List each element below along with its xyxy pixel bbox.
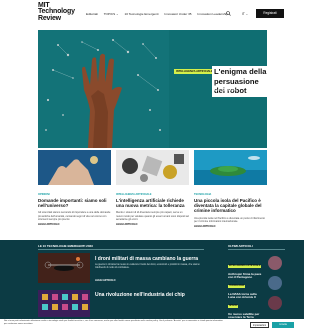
hero-section[interactable]: INTELLIGENZA ARTIFICIALEINTELLIGENZA ART… — [38, 30, 267, 148]
card-excerpt: Una piccola isola nel Pacifico è diventa… — [194, 216, 265, 223]
card-title[interactable]: Domande importanti: siamo soli nell'univ… — [38, 198, 111, 208]
drone-article-read-more[interactable]: LEGGI ARTICOLO — [95, 279, 116, 282]
latest-article-tag[interactable]: INTELLIGENZA ARTIFICIALE — [228, 264, 262, 268]
nav-item-innovatori[interactable]: Innovatori Under 35 — [164, 12, 191, 16]
nav-item-topics[interactable]: TOPICS ⌄ — [104, 12, 119, 16]
hero-tag-1[interactable]: INTELLIGENZA ARTIFICIALE — [174, 69, 215, 74]
card-read-more-link[interactable]: LEGGI ARTICOLO — [194, 225, 267, 228]
language-selector[interactable]: IT ⌄ — [242, 12, 248, 16]
latest-article-tag[interactable]: SPAZIO — [228, 304, 239, 308]
latest-article-thumbnail[interactable] — [268, 256, 282, 270]
site-header: MIT Technology Review Editoriali TOPICS … — [0, 0, 304, 30]
article-card[interactable]: TECNOLOGIA Una piccola isola del Pacific… — [194, 150, 267, 228]
card-tag[interactable]: INTELLIGENZA ARTIFICIALE — [116, 193, 189, 196]
card-excerpt: Gli scienziati stanno cercando di rispon… — [38, 211, 111, 221]
article-card[interactable]: INTELLIGENZA ARTIFICIALE L'intelligenza … — [116, 150, 189, 226]
latest-articles-title: ULTIMI ARTICOLI — [228, 244, 253, 248]
latest-article-thumbnail[interactable] — [268, 296, 282, 310]
card-excerpt: Mentre i sistemi di IA diventano sempre … — [116, 211, 189, 221]
latest-article-thumbnail[interactable] — [268, 276, 282, 290]
signup-button[interactable]: Registrati — [256, 9, 284, 18]
cookie-accept-button[interactable]: Accetta — [272, 322, 294, 328]
logo-line-3: Review — [38, 14, 61, 22]
article-card[interactable]: OPINIONI Domande importanti: siamo soli … — [38, 150, 111, 226]
hero-hand-image — [38, 30, 169, 148]
card-read-more-link[interactable]: LEGGI ARTICOLO — [116, 223, 189, 226]
drone-article-title[interactable]: I droni militari di massa cambiano la gu… — [95, 256, 198, 262]
section-divider — [38, 249, 204, 250]
cookie-banner: Noi e terze parti selezionate utilizziam… — [0, 319, 304, 331]
drone-article-image[interactable] — [38, 253, 90, 283]
drone-article-excerpt: La guerra in Ucraina ha messo in evidenz… — [95, 264, 200, 269]
cookie-notice-text: Noi e terze parti selezionate utilizziam… — [4, 320, 223, 325]
main-nav: Editoriali TOPICS ⌄ 10 Tecnologie Emerge… — [86, 12, 233, 16]
latest-articles-divider — [228, 249, 285, 250]
hero-read-more-link[interactable]: LEGGI ARTICOLO — [213, 88, 236, 92]
page: MIT Technology Review Editoriali TOPICS … — [0, 0, 304, 331]
latest-article-item[interactable]: SPAZIO Un nuovo satellite per osservare … — [228, 293, 285, 320]
cookie-settings-button[interactable]: Impostazioni — [250, 322, 269, 328]
section-title[interactable]: LE 10 TECNOLOGIE EMERGENTI 2023 — [38, 244, 93, 248]
card-thumbnail-island — [194, 150, 267, 185]
chip-article-image[interactable] — [38, 290, 90, 317]
article-cards: OPINIONI Domande importanti: siamo soli … — [38, 150, 267, 240]
card-thumbnail-objects — [116, 150, 189, 185]
card-title[interactable]: Una piccola isola del Pacifico è diventa… — [194, 198, 267, 214]
chip-article-title[interactable]: Una rivoluzione nell'industria dei chip — [95, 292, 185, 298]
card-tag[interactable]: OPINIONI — [38, 193, 111, 196]
card-read-more-link[interactable]: LEGGI ARTICOLO — [38, 223, 111, 226]
nav-item-innovation-leadership[interactable]: Innovation Leadership — [197, 12, 227, 16]
card-thumbnail-hand — [38, 150, 111, 185]
hero-title-line-1: L'enigma della persuasione — [214, 67, 267, 86]
card-tag[interactable]: TECNOLOGIA — [194, 193, 267, 196]
nav-item-editoriali[interactable]: Editoriali — [86, 12, 98, 16]
nav-item-10-tecnologie[interactable]: 10 Tecnologie Emergenti — [124, 12, 158, 16]
site-logo[interactable]: MIT Technology Review — [38, 2, 75, 22]
latest-article-tag[interactable]: TECNOLOGIA — [228, 284, 246, 288]
card-title[interactable]: L'intelligenza artificiale richiede una … — [116, 198, 189, 208]
search-icon[interactable] — [226, 11, 231, 16]
